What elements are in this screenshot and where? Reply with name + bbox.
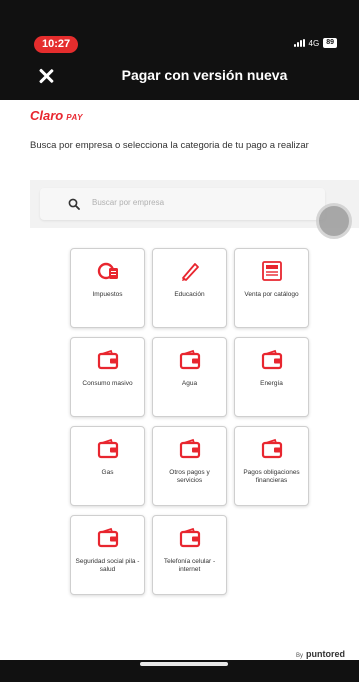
claro-pay-logo: Claro PAY	[30, 108, 83, 126]
logo-main-text: Claro	[30, 108, 64, 123]
status-time: 10:27	[34, 36, 79, 53]
category-obligaciones-financieras[interactable]: Pagos obligaciones financieras	[234, 426, 309, 506]
search-icon	[68, 198, 80, 210]
pencil-icon	[181, 263, 199, 281]
category-otros-pagos[interactable]: Otros pagos y servicios	[152, 426, 227, 506]
page-title: Pagar con versión nueva	[121, 67, 288, 83]
search-placeholder: Buscar por empresa	[92, 198, 165, 207]
category-label: Energía	[260, 380, 283, 387]
bottom-bar	[0, 660, 359, 682]
instruction-text: Busca por empresa o selecciona la catego…	[30, 140, 309, 151]
wallet-icon	[179, 349, 200, 370]
wallet-icon	[261, 438, 282, 459]
puntored-logo: puntored	[306, 649, 345, 659]
wallet-icon	[179, 527, 200, 548]
wallet-icon	[97, 349, 118, 370]
wallet-icon	[261, 349, 282, 370]
battery-icon: 89	[323, 38, 337, 48]
close-icon[interactable]	[36, 66, 56, 86]
category-telefonia[interactable]: Telefonía celular - internet	[152, 515, 227, 595]
powered-by: By puntored	[296, 649, 345, 659]
catalog-icon	[261, 261, 282, 281]
category-educacion[interactable]: Educación	[152, 248, 227, 328]
wallet-icon	[179, 438, 200, 459]
category-label: Impuestos	[92, 291, 123, 298]
category-seguridad-social[interactable]: Seguridad social pila - salud	[70, 515, 145, 595]
category-agua[interactable]: Agua	[152, 337, 227, 417]
logo-sub-text: PAY	[66, 113, 83, 122]
category-impuestos[interactable]: Impuestos	[70, 248, 145, 328]
category-label: Agua	[181, 380, 198, 387]
network-label: 4G	[308, 38, 320, 48]
app-header: Pagar con versión nueva	[0, 60, 359, 96]
search-section: Buscar por empresa	[30, 180, 359, 228]
search-input[interactable]: Buscar por empresa	[40, 188, 325, 220]
category-energia[interactable]: Energía	[234, 337, 309, 417]
powered-by-label: By	[295, 653, 303, 659]
signal-icon	[293, 39, 305, 47]
category-label: Pagos obligaciones financieras	[243, 469, 300, 484]
category-label: Educación	[174, 291, 205, 298]
phone-screen: 10:27 4G 89 Pagar con versión nueva Clar…	[0, 0, 359, 682]
status-bar: 10:27 4G 89	[0, 30, 359, 56]
assistive-touch-button[interactable]	[316, 203, 352, 239]
wallet-icon	[97, 527, 118, 548]
category-label: Seguridad social pila - salud	[75, 558, 140, 573]
category-venta-catalogo[interactable]: Venta por catálogo	[234, 248, 309, 328]
status-indicators: 4G 89	[293, 38, 337, 48]
category-label: Otros pagos y servicios	[169, 469, 210, 484]
home-indicator[interactable]	[140, 662, 228, 666]
category-gas[interactable]: Gas	[70, 426, 145, 506]
tax-icon	[97, 262, 118, 280]
category-label: Gas	[101, 469, 114, 476]
category-label: Consumo masivo	[82, 380, 133, 387]
main-content: Claro PAY Busca por empresa o selecciona…	[20, 100, 359, 659]
category-consumo-masivo[interactable]: Consumo masivo	[70, 337, 145, 417]
top-bar: 10:27 4G 89 Pagar con versión nueva	[0, 0, 359, 100]
category-label: Telefonía celular - internet	[163, 558, 216, 573]
wallet-icon	[97, 438, 118, 459]
category-label: Venta por catálogo	[244, 291, 299, 298]
